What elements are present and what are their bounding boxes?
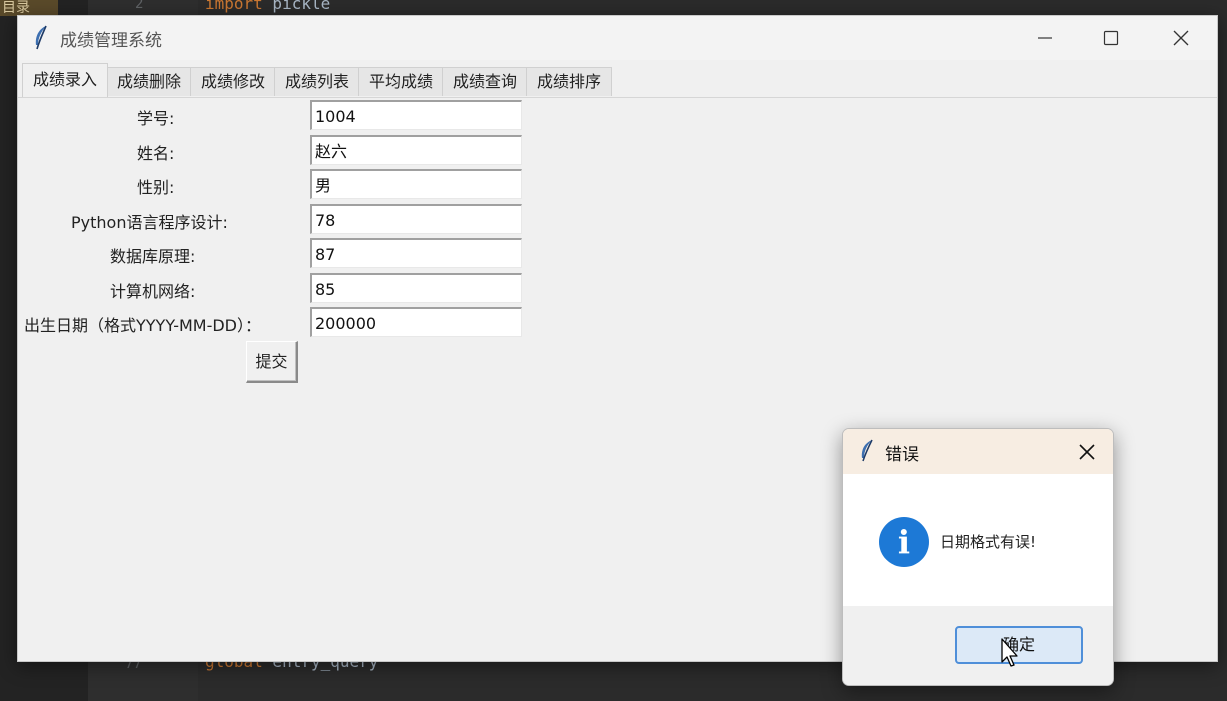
- code-line: import pickle: [205, 0, 330, 13]
- dialog-title: 错误: [885, 445, 919, 465]
- student-id-input[interactable]: 1004: [310, 100, 522, 130]
- error-dialog: 错误 i 日期格式有误! 确定: [842, 428, 1114, 686]
- gender-input[interactable]: 男: [310, 169, 522, 199]
- network-score-label: 计算机网络:: [110, 282, 196, 301]
- window-title: 成绩管理系统: [60, 31, 162, 51]
- tab-score-list[interactable]: 成绩列表: [274, 67, 360, 96]
- dialog-message: 日期格式有误!: [940, 533, 1037, 551]
- close-button[interactable]: [1148, 16, 1214, 60]
- tab-score-sort[interactable]: 成绩排序: [526, 67, 612, 96]
- info-icon: i: [879, 517, 929, 567]
- mouse-cursor-icon: [1001, 638, 1018, 667]
- submit-button[interactable]: 提交: [246, 341, 298, 383]
- dialog-footer: 确定: [843, 606, 1113, 685]
- close-icon: [1173, 30, 1189, 46]
- project-folder-tab[interactable]: 目录: [0, 0, 58, 16]
- birthdate-input[interactable]: 200000: [310, 307, 522, 337]
- tab-score-delete[interactable]: 成绩删除: [106, 67, 192, 96]
- code-text: pickle: [262, 0, 331, 13]
- close-icon: [1079, 444, 1095, 460]
- tab-divider: [18, 97, 1217, 98]
- tab-score-query[interactable]: 成绩查询: [442, 67, 528, 96]
- name-label: 姓名:: [137, 144, 175, 163]
- maximize-icon: [1103, 30, 1119, 46]
- tab-score-entry[interactable]: 成绩录入: [22, 63, 108, 97]
- line-number: 2: [135, 0, 144, 12]
- tab-score-modify[interactable]: 成绩修改: [190, 67, 276, 96]
- minimize-button[interactable]: [1012, 16, 1078, 60]
- feather-icon: [35, 25, 47, 50]
- dialog-close-button[interactable]: [1073, 439, 1101, 465]
- student-id-label: 学号:: [137, 109, 175, 128]
- maximize-button[interactable]: [1078, 16, 1144, 60]
- python-score-input[interactable]: 78: [310, 204, 522, 234]
- minimize-icon: [1038, 37, 1052, 39]
- name-input[interactable]: 赵六: [310, 135, 522, 165]
- tab-average-score[interactable]: 平均成绩: [358, 67, 444, 96]
- dialog-body: i 日期格式有误!: [843, 474, 1113, 606]
- birthdate-label: 出生日期（格式YYYY-MM-DD）：: [24, 316, 261, 335]
- feather-icon: [861, 439, 873, 462]
- dialog-titlebar[interactable]: 错误: [843, 429, 1113, 474]
- window-titlebar[interactable]: 成绩管理系统: [18, 16, 1217, 60]
- python-score-label: Python语言程序设计:: [71, 213, 228, 232]
- database-score-label: 数据库原理:: [110, 247, 196, 266]
- code-keyword: import: [205, 0, 263, 13]
- database-score-input[interactable]: 87: [310, 238, 522, 268]
- network-score-input[interactable]: 85: [310, 273, 522, 303]
- gender-label: 性别:: [137, 178, 175, 197]
